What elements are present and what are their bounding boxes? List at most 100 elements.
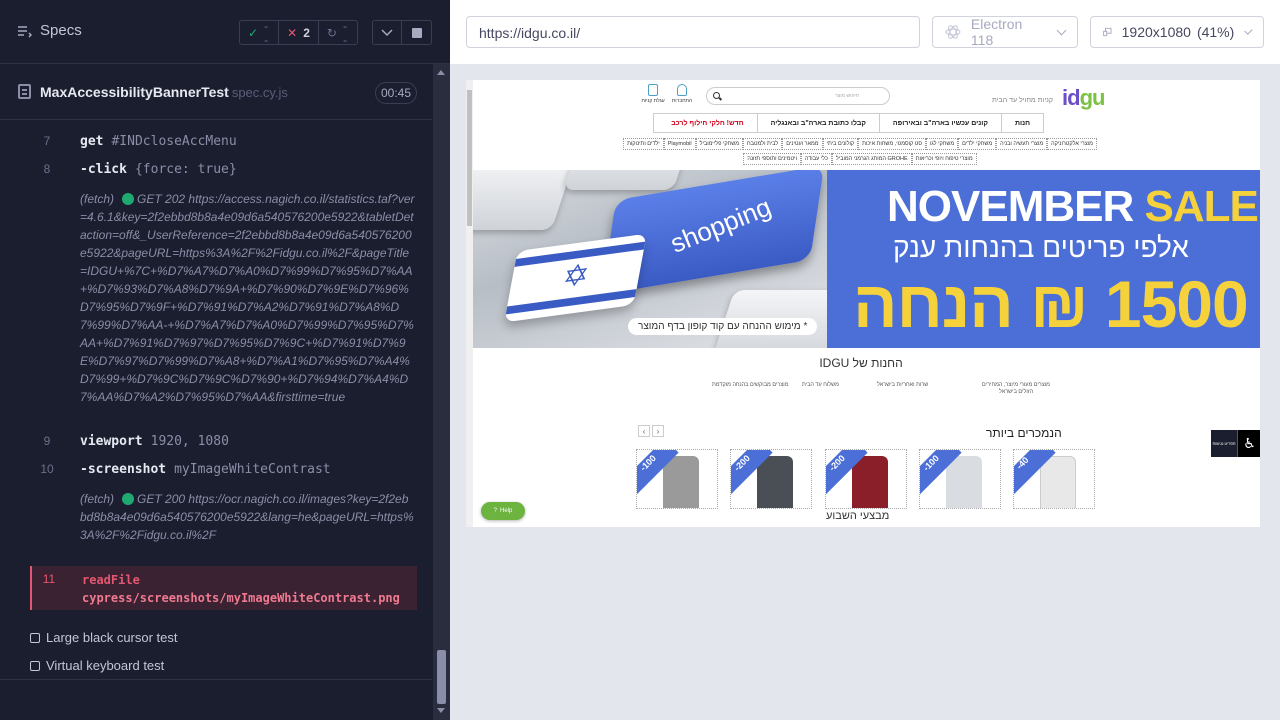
- feature-text: משלוח עד הבית: [802, 382, 839, 388]
- logo-part: id: [1062, 85, 1081, 110]
- failed-command-row[interactable]: 11 readFile cypress/screenshots/myImageW…: [30, 566, 417, 610]
- url-bar[interactable]: https://idgu.co.il/: [466, 16, 920, 48]
- category-item[interactable]: משחקי ילדים: [958, 138, 997, 150]
- sale-title: NOVEMBER SALE: [887, 182, 1259, 232]
- spec-duration: 00:45: [375, 82, 417, 104]
- fetch-prefix: (fetch): [80, 192, 115, 206]
- specs-list-icon: [18, 25, 32, 38]
- spec-name[interactable]: MaxAccessibilityBannerTest spec.cy.js: [40, 84, 288, 100]
- test-item[interactable]: Virtual keyboard test: [30, 658, 164, 673]
- promo-banner[interactable]: shopping ✡ * מימוש ההנחה עם קוד קופון בד…: [473, 170, 1260, 348]
- category-item[interactable]: מוצרי טיפוח ויופי וכריאות: [911, 153, 977, 165]
- reporter-panel: Specs ✓ -- ✕ 2 ↻ -- MaxAccessibilityBannerT…: [0, 0, 450, 720]
- fetch-prefix: (fetch): [80, 492, 115, 506]
- viewport-selector[interactable]: 1920x1080 (41%): [1090, 16, 1264, 48]
- stop-button[interactable]: [402, 20, 432, 45]
- failed-count: 2: [303, 25, 310, 40]
- category-item[interactable]: כלי עבודה: [800, 153, 832, 165]
- nav-item[interactable]: חדש! חלקי חילוף לרכב: [658, 114, 756, 132]
- product-card[interactable]: -200: [730, 449, 812, 509]
- check-icon: ✓: [248, 25, 259, 40]
- keyboard-image: shopping ✡ * מימוש ההנחה עם קוד קופון בד…: [473, 170, 855, 348]
- search-placeholder: חיפוש מוצר: [834, 93, 859, 99]
- expand-button[interactable]: [372, 20, 402, 45]
- category-item[interactable]: מוצרי אלקטרוניקה: [1047, 138, 1097, 150]
- feature-text: מוצרים מעורי מיוצר, המחירים הזולים בישרא…: [982, 382, 1050, 395]
- site-scroll-thumb[interactable]: [467, 90, 472, 226]
- nav-item[interactable]: קונים עכשיו בארה"ב ובאירופה: [878, 114, 1001, 132]
- category-item[interactable]: ילדים ותינוקות: [623, 138, 664, 150]
- fetch-log[interactable]: (fetch) GET 200 https://ocr.nagich.co.il/…: [80, 490, 415, 544]
- category-item[interactable]: GROHE המותג הגרמני המוביל: [831, 153, 912, 165]
- cart-icon: [648, 84, 658, 96]
- specs-link[interactable]: Specs: [16, 22, 82, 39]
- category-item[interactable]: מוצרי תעשיה ובניה: [996, 138, 1048, 150]
- accessibility-button[interactable]: תפריט נגישות ♿: [1211, 430, 1260, 457]
- account-label: התחברות: [671, 98, 693, 104]
- accessibility-label: תפריט נגישות: [1211, 430, 1237, 457]
- scroll-down-icon[interactable]: [437, 708, 445, 713]
- category-item[interactable]: ממאר ועטינים: [782, 138, 823, 150]
- keyboard-key: [563, 170, 693, 190]
- account-button[interactable]: התחברות: [668, 84, 696, 104]
- divider: [0, 679, 432, 680]
- test-item[interactable]: Large black cursor test: [30, 630, 178, 645]
- star-of-david-icon: ✡: [559, 258, 592, 295]
- command-arg: {force: true}: [134, 162, 237, 177]
- product-card[interactable]: -100: [636, 449, 718, 509]
- test-status-icon: [30, 660, 40, 671]
- weekly-deals-title: מבצעי השבוע: [826, 510, 890, 522]
- passed-stat: ✓ --: [240, 18, 278, 47]
- passed-count: --: [264, 18, 269, 47]
- category-item[interactable]: ויטמינים ותוספי תזונה: [743, 153, 801, 165]
- keyboard-key: [473, 170, 575, 230]
- cross-icon: ✕: [287, 25, 298, 40]
- line-number: 9: [43, 434, 51, 448]
- command-arg: 1920, 1080: [150, 434, 229, 449]
- category-item[interactable]: משחקי לגו: [925, 138, 959, 150]
- stop-icon: [411, 27, 422, 38]
- command-name: viewport: [80, 434, 143, 449]
- website-frame: idgu קניות מחויל עד הבית חיפוש מוצר התחב…: [466, 80, 1260, 527]
- reporter-scrollbar[interactable]: [433, 64, 450, 720]
- nav-item[interactable]: קבלו כתובת בארה"ב ובאנגליה: [756, 114, 879, 132]
- browser-label: Electron 118: [970, 16, 1023, 48]
- logo-part: gu: [1079, 85, 1106, 110]
- product-card[interactable]: -100: [919, 449, 1001, 509]
- banner-note: * מימוש ההנחה עם קוד קופון בדף המוצר: [628, 318, 818, 335]
- product-image: [852, 456, 888, 508]
- product-card[interactable]: -200: [825, 449, 907, 509]
- category-item[interactable]: לבית ולמטבח: [743, 138, 783, 150]
- status-dot-icon: [122, 493, 135, 505]
- sale-title-a: NOVEMBER: [887, 182, 1134, 231]
- pending-icon: ↻: [326, 25, 337, 40]
- line-number: 10: [40, 462, 54, 476]
- carousel-next-button[interactable]: ›: [652, 425, 664, 437]
- pending-count: --: [342, 18, 347, 47]
- failed-stat: ✕ 2: [278, 21, 319, 44]
- chevron-down-icon: [1056, 25, 1067, 35]
- browser-selector[interactable]: Electron 118: [932, 16, 1078, 48]
- command-name: -screenshot: [80, 462, 167, 477]
- category-item[interactable]: סט קוסמטי, משחות איכות: [858, 138, 926, 150]
- site-scrollbar[interactable]: [466, 80, 473, 527]
- cart-button[interactable]: עגלת קניות: [639, 84, 667, 104]
- help-button[interactable]: ? Help: [481, 502, 525, 520]
- fetch-log[interactable]: (fetch) GET 202 https://access.nagich.co.…: [80, 190, 415, 406]
- nav-item[interactable]: חנות: [1000, 114, 1043, 132]
- scroll-thumb[interactable]: [437, 650, 446, 704]
- preview-toolbar: https://idgu.co.il/ Electron 118 1920x10…: [450, 0, 1280, 64]
- carousel-prev-button[interactable]: ‹: [638, 425, 650, 437]
- spec-header: MaxAccessibilityBannerTest spec.cy.js 00:…: [0, 64, 432, 120]
- scroll-up-icon[interactable]: [437, 70, 445, 75]
- sale-title-b: SALE: [1144, 182, 1258, 231]
- site-logo[interactable]: idgu: [1062, 85, 1106, 111]
- site-search-input[interactable]: חיפוש מוצר: [706, 87, 890, 105]
- category-item[interactable]: משחקי פליימוביל: [695, 138, 743, 150]
- israel-flag-key: ✡: [504, 233, 647, 323]
- viewport-scale: (41%): [1196, 24, 1235, 40]
- chevron-down-icon: [381, 28, 393, 36]
- product-card[interactable]: -40: [1013, 449, 1095, 509]
- category-item[interactable]: קולונים ביתי: [822, 138, 859, 150]
- category-item[interactable]: Playmobil: [663, 138, 696, 150]
